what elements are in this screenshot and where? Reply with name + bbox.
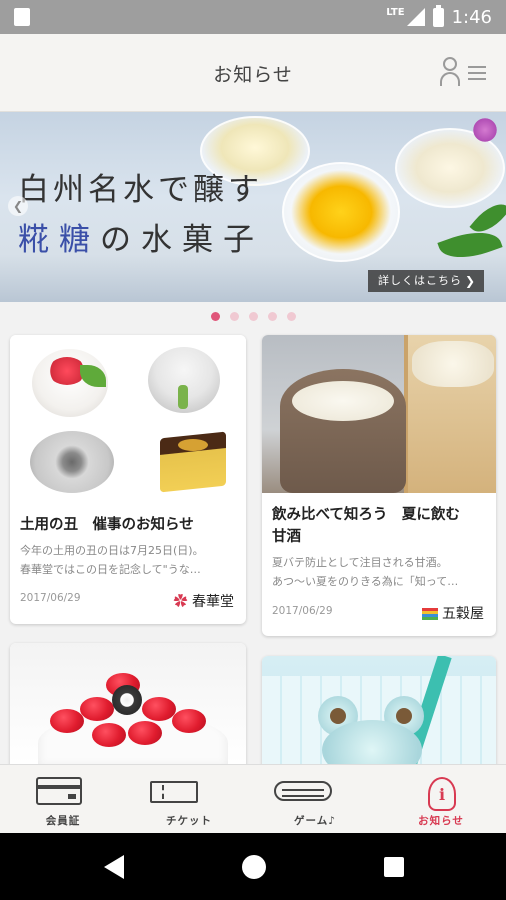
leaf-image [437,222,503,268]
strawberry-cake-image [10,643,246,773]
news-date: 2017/06/29 [272,605,333,617]
member-card-icon [36,777,82,805]
user-icon [443,57,457,71]
news-title: 土用の丑 催事のお知らせ [20,517,194,533]
wagashi-image [10,335,246,503]
home-icon[interactable] [242,855,266,879]
pagination-dot-active[interactable] [210,312,220,321]
tab-member-card[interactable]: 会員証 [0,765,126,834]
pagination-dot[interactable] [248,312,258,321]
flower-image [470,118,500,142]
brand-logo: 五穀屋 [421,603,484,623]
tab-news[interactable]: お知らせ [378,765,504,834]
news-card[interactable] [10,643,246,773]
ticket-icon [150,781,198,803]
brand-stripes-icon [421,608,438,620]
carousel-pagination [0,312,506,321]
battery-icon [432,4,444,27]
dessert-glass-image [282,162,400,262]
news-title: 甘酒 [272,529,301,545]
signal-icon [406,8,425,26]
amazake-image [262,335,496,493]
clock: 1:46 [451,6,492,28]
news-excerpt: あつ〜い夏をのりきる為に「知って… [272,575,459,588]
news-card[interactable]: 飲み比べて知ろう 夏に飲む 甘酒 夏バテ防止として注目される甘酒。 あつ〜い夏を… [262,335,496,636]
user-menu-button[interactable] [440,56,486,90]
banner-accent-text: 糀糖 [18,222,100,258]
news-card[interactable]: 土用の丑 催事のお知らせ 今年の土用の丑の日は7月25日(日)。 春華堂ではこの… [10,335,246,624]
back-icon[interactable] [104,855,124,879]
news-excerpt: 夏バテ防止として注目される甘酒。 [272,556,448,569]
menu-icon [468,66,486,80]
tab-game[interactable]: ゲーム♪ [252,765,378,834]
news-date: 2017/06/29 [20,592,81,604]
news-card[interactable] [262,656,496,773]
chevron-right-icon: ❯ [464,274,476,288]
banner-headline: 白州名水で醸す [18,172,263,208]
app-header: お知らせ [0,34,506,112]
news-excerpt: 今年の土用の丑の日は7月25日(日)。 [20,544,204,557]
pagination-dot[interactable] [229,312,239,321]
pagination-dot[interactable] [286,312,296,321]
brand-logo: ✿ 春華堂 [173,594,234,610]
info-icon [428,777,456,811]
banner-carousel[interactable]: 白州名水で醸す 糀糖の水菓子 ❮ 詳しくはこちら ❯ [0,112,506,302]
status-bar: LTE 1:46 [0,0,506,34]
page-title: お知らせ [213,64,293,86]
pagination-dot[interactable] [267,312,277,321]
game-icon [274,781,332,801]
network-type: LTE [386,6,405,18]
tab-ticket[interactable]: チケット [126,765,252,834]
carousel-prev-icon[interactable]: ❮ [8,196,28,216]
news-title: 飲み比べて知ろう 夏に飲む [272,507,460,523]
recent-apps-icon[interactable] [384,857,404,877]
banner-subheadline: 糀糖の水菓子 [18,222,264,258]
flower-crest-icon: ✿ [173,594,188,610]
system-nav-bar [0,833,506,900]
frog-sweet-image [262,656,496,773]
sd-card-icon [14,8,30,26]
bottom-tab-bar: 会員証 チケット ゲーム♪ お知らせ [0,764,506,833]
banner-detail-button[interactable]: 詳しくはこちら ❯ [368,270,484,292]
news-excerpt: 春華堂ではこの日を記念して"うな… [20,563,201,576]
